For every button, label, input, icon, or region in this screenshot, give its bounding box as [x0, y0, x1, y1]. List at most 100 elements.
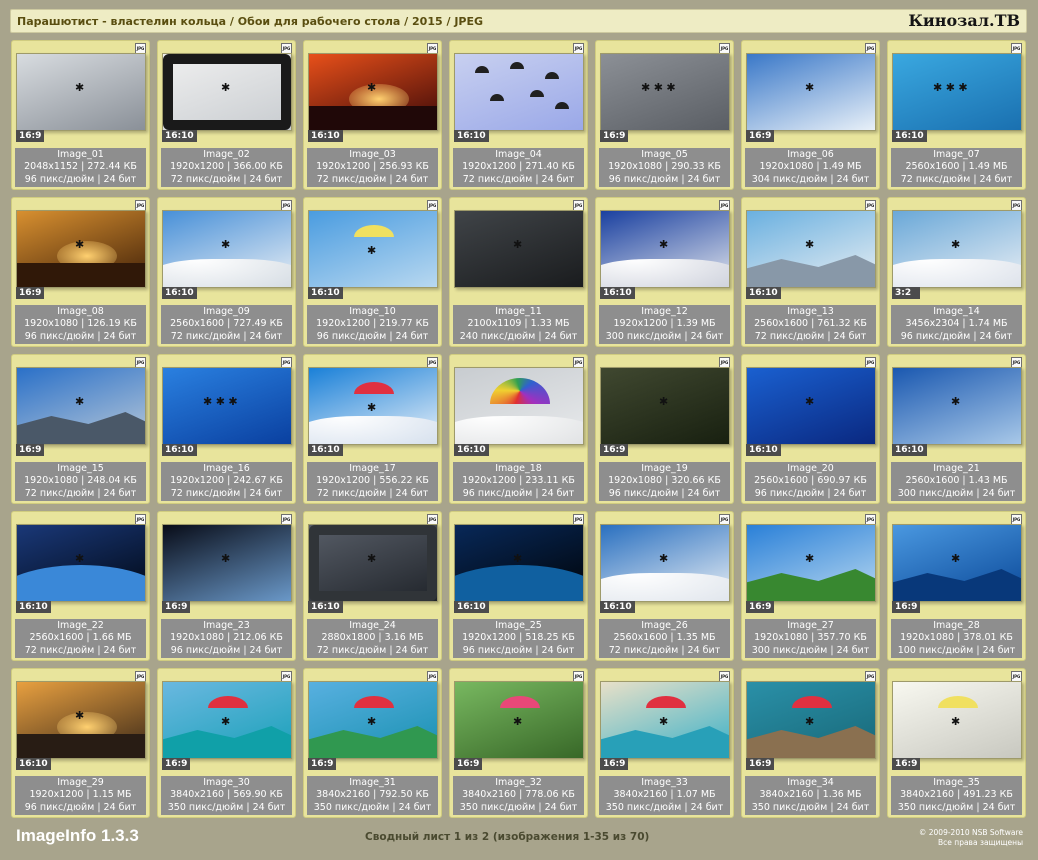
image-thumbnail[interactable]: ✱ [308, 210, 438, 288]
image-thumbnail[interactable]: ✱ [892, 367, 1022, 445]
image-resolution: 350 пикс/дюйм | 24 бит [897, 801, 1016, 813]
image-card[interactable]: JPG ✱ 16:9 Image_34 3840x2160 | 1.36 МБ 350 п… [741, 668, 880, 818]
image-thumbnail[interactable]: ✱ [16, 681, 146, 759]
image-thumbnail[interactable]: ✱ [454, 681, 584, 759]
image-thumbnail[interactable]: ✱ [454, 524, 584, 602]
image-name: Image_28 [933, 620, 980, 631]
image-card[interactable]: JPG 16:10 Image_04 1920x1200 | 271.40 КБ 72 … [449, 40, 588, 190]
image-meta: Image_31 3840x2160 | 792.50 КБ 350 пикс/дю… [307, 776, 438, 815]
image-card[interactable]: JPG ✱ 16:9 Image_01 2048x1152 | 272.44 КБ 96 … [11, 40, 150, 190]
earth-curve [17, 565, 145, 601]
image-thumbnail[interactable]: ✱ [308, 53, 438, 131]
image-card[interactable]: JPG ✱ 16:10 Image_09 2560x1600 | 727.49 КБ 72… [157, 197, 296, 347]
image-card[interactable]: JPG ✱ 16:9 Image_33 3840x2160 | 1.07 МБ 350 п… [595, 668, 734, 818]
image-name: Image_26 [641, 620, 688, 631]
image-card[interactable]: JPG ✱ 3:2 Image_14 3456x2304 | 1.74 МБ 96 пик… [887, 197, 1026, 347]
image-card[interactable]: JPG ✱ 16:9 Image_23 1920x1080 | 212.06 КБ 96 … [157, 511, 296, 661]
image-thumbnail[interactable]: ✱ [308, 524, 438, 602]
image-name: Image_33 [641, 777, 688, 788]
image-card[interactable]: JPG ✱ 16:10 Image_17 1920x1200 | 556.22 КБ 72… [303, 354, 442, 504]
image-card[interactable]: JPG ✱ 16:10 Image_12 1920x1200 | 1.39 МБ 300 … [595, 197, 734, 347]
image-thumbnail[interactable]: ✱ [16, 210, 146, 288]
image-card[interactable]: JPG ✱ 16:10 Image_13 2560x1600 | 761.32 КБ 72… [741, 197, 880, 347]
image-thumbnail[interactable]: ✱ [892, 210, 1022, 288]
image-card[interactable]: JPG ✱ 16:10 Image_21 2560x1600 | 1.43 МБ 300 … [887, 354, 1026, 504]
image-card[interactable]: JPG ✱ 16:9 Image_06 1920x1080 | 1.49 МБ 304 п… [741, 40, 880, 190]
image-thumbnail[interactable]: ✱ [746, 367, 876, 445]
site-logo[interactable]: Кинозал.ТВ [908, 11, 1020, 30]
image-card[interactable]: JPG ✱ ✱ ✱ 16:9 Image_05 1920x1080 | 290.33 К… [595, 40, 734, 190]
image-thumbnail[interactable]: ✱ [308, 681, 438, 759]
image-name: Image_31 [349, 777, 396, 788]
image-thumbnail[interactable]: ✱ [162, 524, 292, 602]
image-card[interactable]: JPG ✱ 16:9 Image_32 3840x2160 | 778.06 КБ 350… [449, 668, 588, 818]
image-thumbnail[interactable]: ✱ ✱ ✱ [892, 53, 1022, 131]
thumbnail-grid: JPG ✱ 16:9 Image_01 2048x1152 | 272.44 КБ 96 … [11, 40, 1029, 820]
image-card[interactable]: JPG ✱ 16:9 Image_31 3840x2160 | 792.50 КБ 350… [303, 668, 442, 818]
image-thumbnail[interactable]: ✱ [600, 367, 730, 445]
image-card[interactable]: JPG ✱ 16:9 Image_27 1920x1080 | 357.70 КБ 300… [741, 511, 880, 661]
aspect-ratio-badge: 16:10 [746, 444, 781, 456]
image-thumbnail[interactable]: ✱ ✱ ✱ [600, 53, 730, 131]
image-card[interactable]: JPG ✱ 16:9 Image_19 1920x1080 | 320.66 КБ 96 … [595, 354, 734, 504]
canopy-shape [555, 102, 569, 109]
image-resolution: 72 пикс/дюйм | 24 бит [24, 487, 137, 499]
image-dimensions: 1920x1200 | 1.15 МБ [29, 789, 132, 801]
image-card[interactable]: JPG 16:10 Image_18 1920x1200 | 233.11 КБ 96 … [449, 354, 588, 504]
image-thumbnail[interactable]: ✱ [600, 681, 730, 759]
image-meta: Image_27 1920x1080 | 357.70 КБ 300 пикс/дю… [745, 619, 876, 658]
image-card[interactable]: JPG ✱ Image_11 2100x1109 | 1.33 МБ 240 пикс/… [449, 197, 588, 347]
image-thumbnail[interactable] [454, 367, 584, 445]
image-card[interactable]: JPG ✱ ✱ ✱ 16:10 Image_07 2560x1600 | 1.49 МБ… [887, 40, 1026, 190]
image-thumbnail[interactable]: ✱ [600, 210, 730, 288]
skydiver-figure: ✱ [221, 715, 231, 728]
image-thumbnail[interactable]: ✱ [162, 210, 292, 288]
image-resolution: 72 пикс/дюйм | 24 бит [170, 330, 283, 342]
image-thumbnail[interactable]: ✱ ✱ ✱ [162, 367, 292, 445]
image-thumbnail[interactable]: ✱ [892, 681, 1022, 759]
image-card[interactable]: JPG ✱ 16:10 Image_26 2560x1600 | 1.35 МБ 72 п… [595, 511, 734, 661]
image-thumbnail[interactable]: ✱ [600, 524, 730, 602]
image-thumbnail[interactable]: ✱ [16, 53, 146, 131]
image-card[interactable]: JPG ✱ 16:10 Image_29 1920x1200 | 1.15 МБ 96 п… [11, 668, 150, 818]
image-thumbnail[interactable]: ✱ [308, 367, 438, 445]
image-thumbnail[interactable]: ✱ [162, 681, 292, 759]
image-card[interactable]: JPG ✱ 16:10 Image_02 1920x1200 | 366.00 КБ 72… [157, 40, 296, 190]
image-card[interactable]: JPG ✱ 16:9 Image_15 1920x1080 | 248.04 КБ 72 … [11, 354, 150, 504]
image-thumbnail[interactable]: ✱ [892, 524, 1022, 602]
image-card[interactable]: JPG ✱ 16:10 Image_10 1920x1200 | 219.77 КБ 96… [303, 197, 442, 347]
aspect-ratio-badge: 16:10 [454, 130, 489, 142]
image-meta: Image_11 2100x1109 | 1.33 МБ 240 пикс/дюйм… [453, 305, 584, 344]
aspect-ratio-badge: 16:10 [892, 130, 927, 142]
image-card[interactable]: JPG ✱ 16:10 Image_20 2560x1600 | 690.97 КБ 96… [741, 354, 880, 504]
image-thumbnail[interactable]: ✱ [16, 367, 146, 445]
image-resolution: 240 пикс/дюйм | 24 бит [459, 330, 578, 342]
image-card[interactable]: JPG ✱ 16:10 Image_25 1920x1200 | 518.25 КБ 96… [449, 511, 588, 661]
image-card[interactable]: JPG ✱ 16:9 Image_30 3840x2160 | 569.90 КБ 350… [157, 668, 296, 818]
image-card[interactable]: JPG ✱ 16:9 Image_28 1920x1080 | 378.01 КБ 100… [887, 511, 1026, 661]
skydiver-figure: ✱ [951, 238, 961, 251]
image-thumbnail[interactable]: ✱ [746, 210, 876, 288]
image-dimensions: 3840x2160 | 569.90 КБ [170, 789, 283, 801]
image-card[interactable]: JPG ✱ 16:9 Image_35 3840x2160 | 491.23 КБ 350… [887, 668, 1026, 818]
image-resolution: 72 пикс/дюйм | 24 бит [170, 173, 283, 185]
skydiver-figure: ✱ [659, 395, 669, 408]
aspect-ratio-badge: 16:9 [454, 758, 483, 770]
image-thumbnail[interactable] [454, 53, 584, 131]
image-thumbnail[interactable]: ✱ [746, 524, 876, 602]
skydiver-figure: ✱ [659, 238, 669, 251]
image-card[interactable]: JPG ✱ 16:10 Image_03 1920x1200 | 256.93 КБ 72… [303, 40, 442, 190]
image-card[interactable]: JPG ✱ ✱ ✱ 16:10 Image_16 1920x1200 | 242.67 … [157, 354, 296, 504]
image-thumbnail[interactable]: ✱ [162, 53, 292, 131]
image-thumbnail[interactable]: ✱ [16, 524, 146, 602]
image-thumbnail[interactable]: ✱ [746, 681, 876, 759]
aspect-ratio-badge: 16:10 [16, 601, 51, 613]
image-card[interactable]: JPG ✱ 16:9 Image_08 1920x1080 | 126.19 КБ 96 … [11, 197, 150, 347]
image-thumbnail[interactable]: ✱ [454, 210, 584, 288]
image-name: Image_23 [203, 620, 250, 631]
image-card[interactable]: JPG ✱ 16:10 Image_24 2880x1800 | 3.16 МБ 72 п… [303, 511, 442, 661]
image-card[interactable]: JPG ✱ 16:10 Image_22 2560x1600 | 1.66 МБ 72 п… [11, 511, 150, 661]
image-dimensions: 3840x2160 | 491.23 КБ [900, 789, 1013, 801]
image-thumbnail[interactable]: ✱ [746, 53, 876, 131]
image-name: Image_06 [787, 149, 834, 160]
